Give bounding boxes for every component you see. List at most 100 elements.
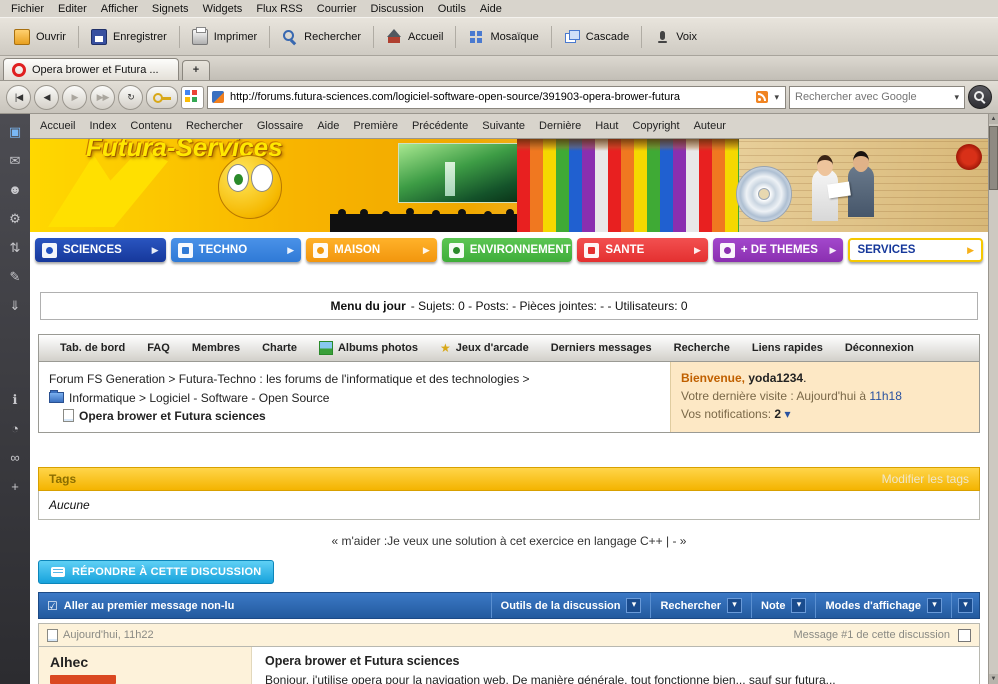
- forum-link-recherche[interactable]: Recherche: [663, 342, 741, 354]
- save-button[interactable]: Enregistrer: [83, 25, 175, 49]
- forum-link-albums[interactable]: Albums photos: [308, 341, 429, 355]
- new-tab-button[interactable]: +: [182, 60, 210, 80]
- search-input[interactable]: [793, 90, 953, 104]
- thread-rate-menu[interactable]: Note ▾: [751, 593, 815, 618]
- navlink-haut[interactable]: Haut: [595, 120, 618, 132]
- thread-tools-menu[interactable]: Outils de la discussion ▾: [490, 593, 651, 618]
- navlink-contenu[interactable]: Contenu: [130, 120, 172, 132]
- open-button[interactable]: Ouvrir: [6, 25, 74, 49]
- welcome-username[interactable]: yoda1234: [748, 371, 803, 385]
- menu-flux-rss[interactable]: Flux RSS: [249, 2, 309, 16]
- tab-active[interactable]: Opera brower et Futura ...: [3, 58, 179, 80]
- rss-icon[interactable]: [756, 91, 769, 103]
- forum-link-membres[interactable]: Membres: [181, 342, 251, 354]
- transfers-panel-icon[interactable]: ⇅: [4, 240, 26, 256]
- print-button[interactable]: Imprimer: [184, 25, 265, 49]
- navlink-glossaire[interactable]: Glossaire: [257, 120, 303, 132]
- url-input[interactable]: [228, 90, 753, 104]
- breadcrumb-line-1[interactable]: Forum FS Generation > Futura-Techno : le…: [49, 370, 660, 389]
- post-message-number[interactable]: Message #1 de cette discussion: [793, 629, 950, 641]
- history-panel-icon[interactable]: ◔: [4, 421, 26, 437]
- navlink-suivante[interactable]: Suivante: [482, 120, 525, 132]
- mail-panel-icon[interactable]: ✉: [4, 153, 26, 169]
- info-panel-icon[interactable]: ℹ: [4, 392, 26, 408]
- thread-search-menu[interactable]: Rechercher ▾: [650, 593, 751, 618]
- display-panel-icon[interactable]: ▣: [4, 124, 26, 140]
- forum-link-deconnexion[interactable]: Déconnexion: [834, 342, 925, 354]
- navlink-premiere[interactable]: Première: [353, 120, 398, 132]
- home-button[interactable]: Accueil: [378, 25, 451, 49]
- tab-environnement[interactable]: ENVIRONNEMENT▶: [441, 238, 573, 262]
- add-panel-icon[interactable]: +: [4, 479, 26, 495]
- tab-maison[interactable]: MAISON ▶: [306, 238, 437, 262]
- rewind-button[interactable]: |◀: [6, 84, 31, 110]
- navlink-index[interactable]: Index: [89, 120, 116, 132]
- url-field[interactable]: ▾: [207, 85, 786, 109]
- forum-banner[interactable]: Futura-Services: [30, 139, 988, 232]
- first-unread-button[interactable]: ☑ Aller au premier message non-lu: [39, 599, 491, 613]
- tile-button[interactable]: Mosaïque: [460, 25, 546, 49]
- navlink-accueil[interactable]: Accueil: [40, 120, 75, 132]
- forum-link-faq[interactable]: FAQ: [136, 342, 181, 354]
- notifications-count[interactable]: 2: [774, 407, 781, 421]
- reload-button[interactable]: ↻: [118, 84, 143, 110]
- menu-discussion[interactable]: Discussion: [364, 2, 431, 16]
- google-icon-button[interactable]: [181, 85, 204, 109]
- notifications-dropdown-icon[interactable]: ▾: [784, 407, 790, 421]
- navlink-derniere[interactable]: Dernière: [539, 120, 581, 132]
- voice-button[interactable]: Voix: [646, 25, 705, 49]
- tab-themes[interactable]: + DE THEMES ▶: [712, 238, 844, 262]
- tab-sante[interactable]: SANTE ▶: [577, 238, 708, 262]
- menu-aide[interactable]: Aide: [473, 2, 509, 16]
- search-field[interactable]: ▾: [789, 85, 965, 109]
- forum-link-charte[interactable]: Charte: [251, 342, 308, 354]
- navlink-auteur[interactable]: Auteur: [694, 120, 726, 132]
- forward-button[interactable]: ▶: [62, 84, 87, 110]
- contacts-panel-icon[interactable]: ☻: [4, 182, 26, 198]
- menu-signets[interactable]: Signets: [145, 2, 196, 16]
- menu-outils[interactable]: Outils: [431, 2, 473, 16]
- edit-tags-link[interactable]: Modifier les tags: [882, 472, 969, 486]
- scrollbar-thumb[interactable]: [989, 126, 998, 190]
- navlink-precedente[interactable]: Précédente: [412, 120, 468, 132]
- url-dropdown-icon[interactable]: ▾: [772, 92, 781, 103]
- extra-menu-button[interactable]: ▾: [951, 593, 979, 618]
- back-button[interactable]: ◀: [34, 84, 59, 110]
- menu-afficher[interactable]: Afficher: [94, 2, 145, 16]
- links-panel-icon[interactable]: ∞: [4, 450, 26, 466]
- widgets-panel-icon[interactable]: ⚙: [4, 211, 26, 227]
- forum-link-tableau-de-bord[interactable]: Tab. de bord: [49, 342, 136, 354]
- forum-link-arcade[interactable]: ★ Jeux d'arcade: [429, 341, 540, 355]
- display-modes-menu[interactable]: Modes d'affichage ▾: [815, 593, 951, 618]
- quick-find-icon[interactable]: [968, 85, 992, 109]
- fast-forward-button[interactable]: ▶▶: [90, 84, 115, 110]
- menu-editer[interactable]: Editer: [51, 2, 94, 16]
- tab-services[interactable]: SERVICES ▶: [848, 238, 984, 262]
- post-select-checkbox[interactable]: [958, 628, 971, 642]
- post-author[interactable]: Alhec: [50, 654, 240, 670]
- scroll-down-icon[interactable]: ▼: [989, 674, 998, 684]
- scrollbar-track[interactable]: [989, 124, 998, 674]
- notes-panel-icon[interactable]: ✎: [4, 269, 26, 285]
- last-visit-time[interactable]: 11h18: [869, 389, 901, 403]
- tab-techno[interactable]: TECHNO ▶: [170, 238, 302, 262]
- cascade-button[interactable]: Cascade: [556, 25, 637, 49]
- find-button[interactable]: Rechercher: [274, 25, 369, 49]
- vertical-scrollbar[interactable]: ▲ ▼: [988, 114, 998, 684]
- tab-sciences[interactable]: SCIENCES ▶: [35, 238, 166, 262]
- search-dropdown-icon[interactable]: ▾: [952, 92, 961, 103]
- navlink-rechercher[interactable]: Rechercher: [186, 120, 243, 132]
- breadcrumb-line-2[interactable]: Informatique > Logiciel - Software - Ope…: [49, 389, 660, 408]
- navlink-aide[interactable]: Aide: [317, 120, 339, 132]
- menu-widgets[interactable]: Widgets: [196, 2, 250, 16]
- navlink-copyright[interactable]: Copyright: [632, 120, 679, 132]
- forum-link-derniers-messages[interactable]: Derniers messages: [540, 342, 663, 354]
- wand-password-button[interactable]: [146, 85, 178, 109]
- thread-navigation[interactable]: « m'aider :Je veux une solution à cet ex…: [30, 534, 988, 548]
- menu-fichier[interactable]: Fichier: [4, 2, 51, 16]
- forum-link-liens-rapides[interactable]: Liens rapides: [741, 342, 834, 354]
- menu-courrier[interactable]: Courrier: [310, 2, 364, 16]
- scroll-up-icon[interactable]: ▲: [989, 114, 998, 124]
- reply-button[interactable]: RÉPONDRE À CETTE DISCUSSION: [38, 560, 275, 584]
- downloads-panel-icon[interactable]: ⇓: [4, 298, 26, 314]
